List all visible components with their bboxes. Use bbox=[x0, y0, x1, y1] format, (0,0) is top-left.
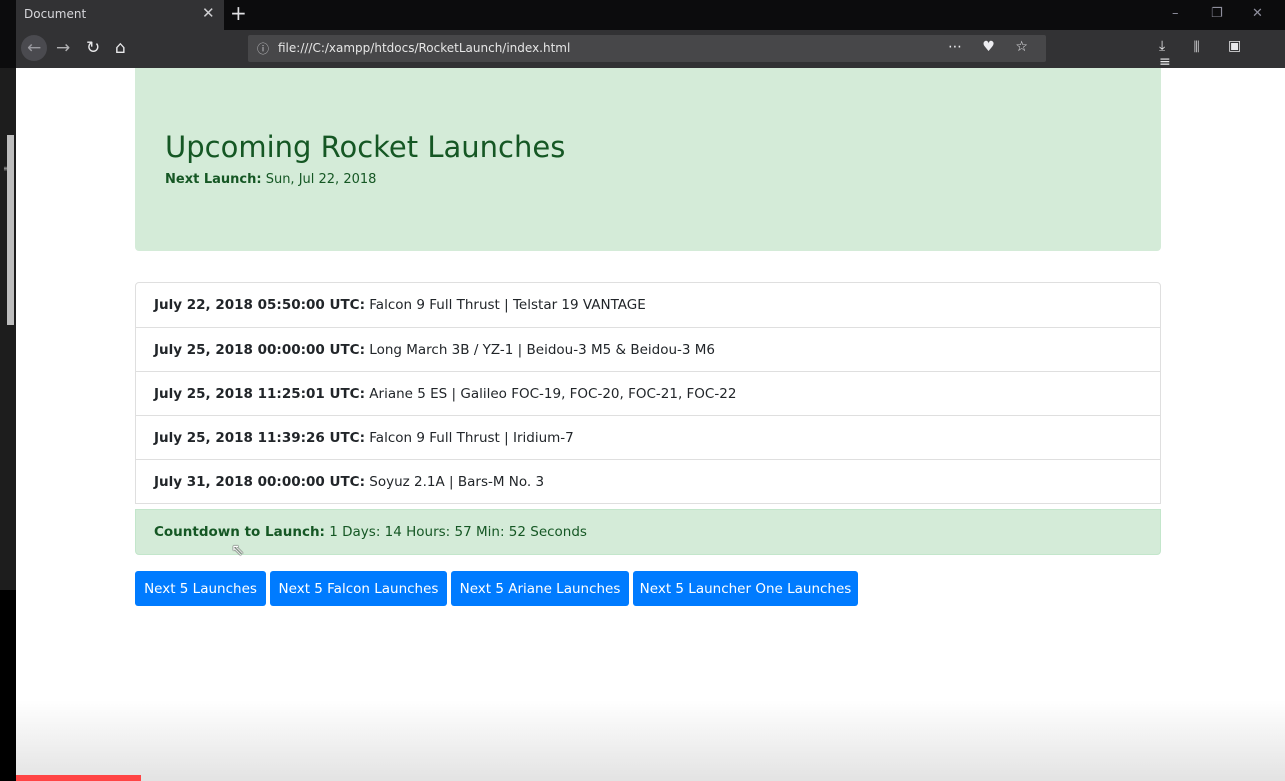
launch-time: July 25, 2018 00:00:00 UTC: bbox=[154, 342, 365, 358]
launch-detail: Soyuz 2.1A | Bars-M No. 3 bbox=[369, 474, 545, 490]
browser-chrome: Document ✕ + – ❐ ✕ ← → ↻ ⌂ ⓘ file:///C:/… bbox=[0, 0, 1285, 70]
url-bar[interactable]: ⓘ file:///C:/xampp/htdocs/RocketLaunch/i… bbox=[248, 35, 1046, 62]
next-launch-label: Next Launch: bbox=[165, 172, 262, 187]
launch-detail: Falcon 9 Full Thrust | Telstar 19 VANTAG… bbox=[369, 297, 646, 313]
next-5-ariane-button[interactable]: Next 5 Ariane Launches bbox=[451, 571, 629, 606]
launch-detail: Long March 3B / YZ-1 | Beidou-3 M5 & Bei… bbox=[369, 342, 716, 358]
countdown-value: 1 Days: 14 Hours: 57 Min: 52 Seconds bbox=[329, 524, 587, 540]
close-window-icon[interactable]: ✕ bbox=[1252, 6, 1263, 21]
restore-icon[interactable]: ❐ bbox=[1211, 6, 1223, 21]
next-5-launcher-one-button[interactable]: Next 5 Launcher One Launches bbox=[633, 571, 858, 606]
page-title: Upcoming Rocket Launches bbox=[165, 130, 566, 164]
toolbar-right-icons[interactable]: ⤓ ⫴ ▣ ≡ bbox=[1159, 38, 1285, 70]
launch-time: July 25, 2018 11:25:01 UTC: bbox=[154, 386, 365, 402]
next-launch-line: Next Launch: Sun, Jul 22, 2018 bbox=[165, 172, 376, 187]
url-text[interactable]: file:///C:/xampp/htdocs/RocketLaunch/ind… bbox=[278, 41, 570, 55]
list-item: July 22, 2018 05:50:00 UTC: Falcon 9 Ful… bbox=[135, 282, 1161, 328]
forward-arrow-icon[interactable]: → bbox=[56, 38, 70, 58]
launch-detail: Falcon 9 Full Thrust | Iridium-7 bbox=[369, 430, 574, 446]
back-arrow-icon[interactable]: ← bbox=[27, 38, 41, 58]
info-icon[interactable]: ⓘ bbox=[257, 40, 269, 57]
tab-close-icon[interactable]: ✕ bbox=[202, 4, 215, 22]
scrollbar-thumb[interactable] bbox=[7, 135, 14, 325]
left-black-strip bbox=[0, 590, 16, 781]
bottom-fade bbox=[16, 700, 1285, 781]
next-launch-value: Sun, Jul 22, 2018 bbox=[265, 172, 377, 187]
mouse-cursor-icon: ⇖ bbox=[231, 540, 245, 559]
launch-detail: Ariane 5 ES | Galileo FOC-19, FOC-20, FO… bbox=[369, 386, 737, 402]
launch-time: July 22, 2018 05:50:00 UTC: bbox=[154, 297, 365, 313]
countdown-label: Countdown to Launch: bbox=[154, 524, 325, 540]
header-jumbotron: Upcoming Rocket Launches Next Launch: Su… bbox=[135, 68, 1161, 251]
next-5-launches-button[interactable]: Next 5 Launches bbox=[135, 571, 266, 606]
page-actions-icons[interactable]: ⋯ ♥ ☆ bbox=[948, 39, 1036, 55]
countdown-row: Countdown to Launch: 1 Days: 14 Hours: 5… bbox=[135, 509, 1161, 555]
launch-time: July 25, 2018 11:39:26 UTC: bbox=[154, 430, 365, 446]
next-5-falcon-button[interactable]: Next 5 Falcon Launches bbox=[270, 571, 447, 606]
list-item: July 25, 2018 11:25:01 UTC: Ariane 5 ES … bbox=[135, 372, 1161, 416]
nav-bar: ← → ↻ ⌂ ⓘ file:///C:/xampp/htdocs/Rocket… bbox=[16, 30, 1285, 70]
launch-list: July 22, 2018 05:50:00 UTC: Falcon 9 Ful… bbox=[135, 282, 1161, 504]
list-item: July 25, 2018 00:00:00 UTC: Long March 3… bbox=[135, 328, 1161, 372]
reload-icon[interactable]: ↻ bbox=[86, 38, 100, 58]
progress-bar bbox=[16, 775, 141, 781]
list-item: July 31, 2018 00:00:00 UTC: Soyuz 2.1A |… bbox=[135, 460, 1161, 504]
list-item: July 25, 2018 11:39:26 UTC: Falcon 9 Ful… bbox=[135, 416, 1161, 460]
home-icon[interactable]: ⌂ bbox=[115, 38, 126, 58]
new-tab-icon[interactable]: + bbox=[230, 1, 247, 25]
minimize-icon[interactable]: – bbox=[1172, 6, 1179, 21]
browser-tab[interactable]: Document ✕ bbox=[16, 0, 224, 30]
tab-title: Document bbox=[24, 7, 87, 21]
launch-time: July 31, 2018 00:00:00 UTC: bbox=[154, 474, 365, 490]
tab-bar: Document ✕ + – ❐ ✕ bbox=[0, 0, 1285, 30]
